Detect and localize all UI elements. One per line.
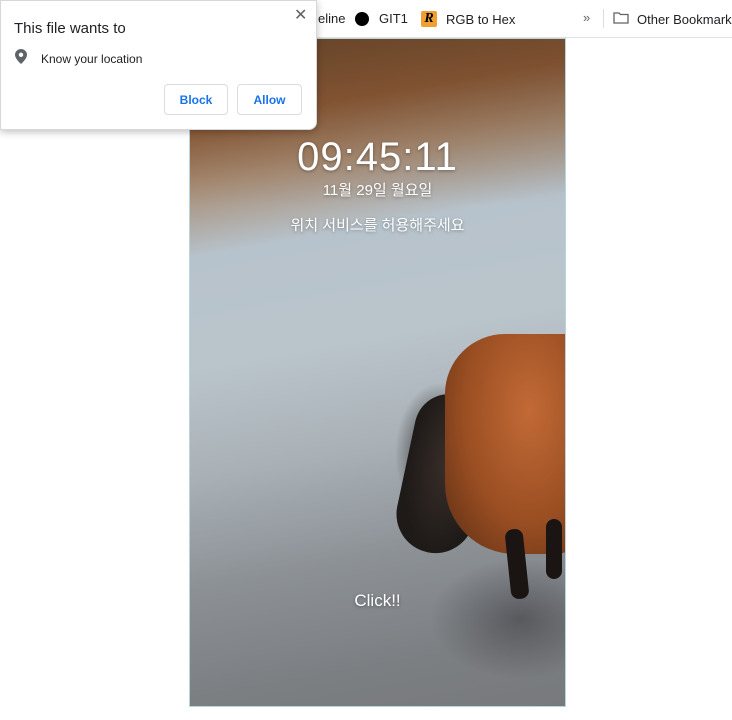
bookmark-rgb-to-hex[interactable]: R RGB to Hex bbox=[421, 11, 515, 27]
bookmark-label: eline bbox=[318, 11, 346, 26]
bookmarks-overflow-button[interactable]: » bbox=[583, 10, 590, 25]
bookmark-label: GIT1 bbox=[379, 11, 408, 26]
bookmark-label: Other Bookmarks bbox=[637, 11, 732, 27]
popup-title: This file wants to bbox=[14, 20, 126, 37]
location-permission-popup: This file wants to ✕ Know your location … bbox=[0, 0, 317, 130]
permission-row: Know your location bbox=[15, 49, 142, 69]
r-logo-icon: R bbox=[421, 11, 437, 27]
bookmark-other-bookmarks[interactable]: Other Bookmarks bbox=[613, 11, 732, 27]
bookmarks-separator bbox=[603, 9, 604, 28]
black-circle-icon bbox=[355, 11, 369, 26]
bookmark-timeline[interactable]: eline bbox=[318, 11, 345, 26]
clock-date: 11월 29일 월요일 bbox=[322, 182, 433, 199]
permission-label: Know your location bbox=[41, 52, 143, 66]
close-icon[interactable]: ✕ bbox=[294, 8, 307, 24]
r-logo-letter: R bbox=[424, 11, 434, 26]
chevron-double-right-icon: » bbox=[583, 10, 591, 25]
bookmark-git1[interactable]: GIT1 bbox=[355, 11, 408, 26]
folder-icon bbox=[613, 11, 629, 27]
location-request-message: 위치 서비스를 허용해주세요 bbox=[290, 217, 465, 234]
location-pin-icon bbox=[15, 49, 27, 69]
allow-button[interactable]: Allow bbox=[237, 84, 302, 115]
clock-time: 09:45:11 bbox=[297, 135, 458, 179]
lockscreen-frame: 09:45:11 11월 29일 월요일 위치 서비스를 허용해주세요 Clic… bbox=[189, 38, 566, 707]
bookmark-label: RGB to Hex bbox=[446, 11, 516, 27]
block-button[interactable]: Block bbox=[164, 84, 228, 115]
click-button[interactable]: Click!! bbox=[190, 591, 565, 611]
